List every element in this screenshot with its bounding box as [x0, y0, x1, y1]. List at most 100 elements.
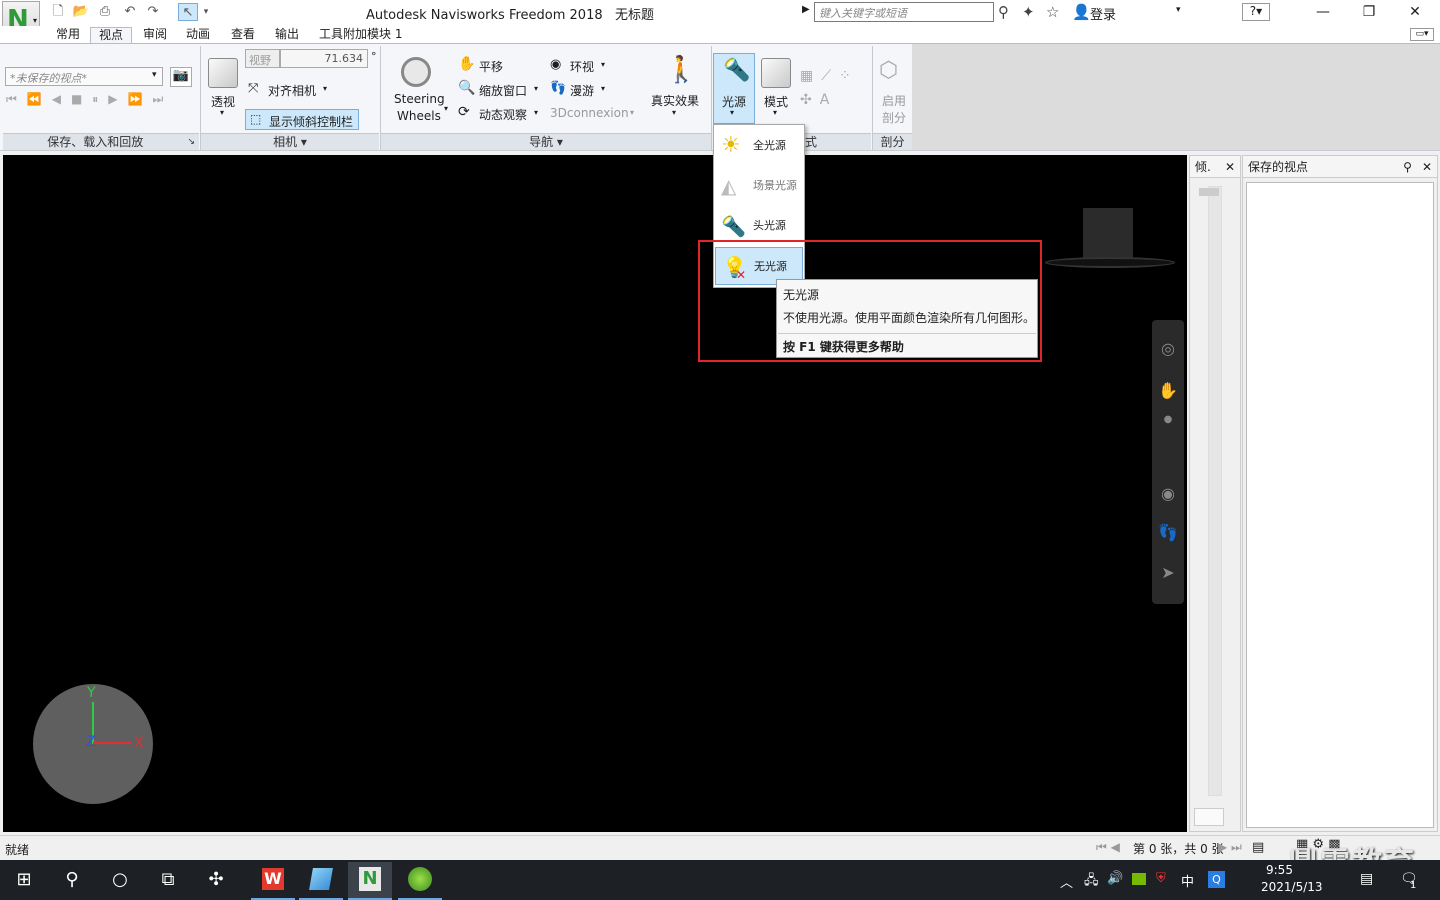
favorites-star-icon[interactable]: ☆ [1046, 3, 1059, 21]
tab-view[interactable]: 查看 [223, 27, 263, 44]
task-view-icon[interactable]: ⧉ [153, 866, 183, 894]
enable-sectioning-label-2: 剖分 [882, 111, 907, 125]
panel-separator [711, 46, 712, 150]
fov-value-field[interactable]: 71.634 [280, 49, 368, 68]
flashlight-icon: 🔦 [723, 58, 751, 83]
nvidia-icon[interactable] [1132, 873, 1146, 885]
subscription-icon[interactable]: ✦ [1022, 3, 1035, 21]
full-lights-label: 全光源 [753, 139, 786, 152]
tab-output[interactable]: 输出 [267, 27, 307, 44]
orbit-button[interactable]: 动态观察 [479, 106, 527, 123]
tilt-slider[interactable] [1208, 186, 1222, 796]
save-viewpoint-icon[interactable]: 📷 [170, 67, 192, 87]
3dconnexion-button[interactable]: 3Dconnexion [550, 106, 629, 120]
scene-lights-item[interactable]: ◭ 场景光源 [715, 167, 803, 205]
lighting-button[interactable]: 🔦 光源 ▾ [713, 53, 755, 124]
close-icon[interactable]: ✕ [1392, 2, 1438, 24]
login-link[interactable]: 登录 [1090, 4, 1116, 23]
chevron-down-icon: ▾ [534, 84, 539, 93]
orbit-nav-icon[interactable]: ◉ [1158, 484, 1178, 503]
login-dropdown-icon[interactable]: ▾ [1176, 5, 1181, 15]
tab-home[interactable]: 常用 [48, 27, 88, 44]
tab-review[interactable]: 审阅 [135, 27, 175, 44]
enable-sectioning-button[interactable]: 启用 [882, 92, 906, 109]
panel-sectioning[interactable]: 剖分 [873, 133, 912, 150]
pan-nav-icon[interactable]: ✋ [1158, 381, 1178, 400]
tab-addins[interactable]: 工具附加模块 1 [311, 27, 410, 44]
look-around-button[interactable]: 环视 [570, 58, 594, 75]
ime-indicator[interactable]: 中 [1181, 871, 1194, 890]
wps-office-taskbar-item[interactable]: W [251, 862, 295, 900]
realism-figure-icon: 🚶 [665, 55, 698, 85]
redo-icon[interactable]: ↷ [143, 3, 163, 21]
pinwheel-app-icon[interactable]: ✣ [201, 866, 231, 894]
tilt-pane-title: 倾. [1195, 160, 1211, 174]
walk-button[interactable]: 漫游 [570, 82, 594, 99]
search-icon[interactable]: ⚲ [57, 866, 87, 894]
minimize-icon[interactable]: — [1300, 2, 1346, 24]
tray-chevron-icon[interactable]: ︿ [1060, 872, 1073, 891]
tilt-pane-header: 倾. ✕ [1190, 156, 1240, 178]
viewcube-compass-ring[interactable] [1045, 257, 1175, 268]
restore-icon[interactable]: ❐ [1346, 2, 1392, 24]
select-cursor-icon[interactable]: ↖ [178, 3, 198, 21]
realism-button[interactable]: 真实效果 [651, 92, 699, 109]
help-button[interactable]: ?▾ [1242, 3, 1270, 21]
network-icon[interactable]: 🖧 [1084, 871, 1099, 893]
pan-hand-icon: ✋ [458, 56, 476, 72]
panel-camera[interactable]: 相机 ▾ [201, 133, 379, 150]
viewcube-icon[interactable] [1083, 208, 1133, 260]
windows-start-icon[interactable]: ⊞ [9, 866, 39, 894]
close-icon[interactable]: ✕ [1225, 156, 1240, 178]
show-tilt-bar-button[interactable]: ⬚ 显示倾斜控制栏 [245, 109, 359, 130]
tilt-slider-thumb[interactable] [1199, 188, 1219, 196]
navisworks-taskbar-item[interactable]: N [348, 862, 392, 900]
open-file-icon[interactable]: 📂 [71, 3, 91, 21]
select-nav-icon[interactable]: ➤ [1158, 563, 1178, 582]
binoculars-icon[interactable]: ⚲ [998, 3, 1009, 21]
chevron-down-icon: ▾ [220, 108, 225, 117]
search-input[interactable]: 键入关键字或短语 [814, 2, 994, 22]
sheet-browser-icon[interactable]: ▤ [1252, 840, 1264, 855]
clock-date[interactable]: 2021/5/13 [1261, 880, 1323, 894]
notes-icon[interactable]: ▤ [1360, 871, 1373, 887]
print-icon[interactable]: ⎙ [95, 3, 115, 21]
panel-title-navigation: 导航 [529, 135, 554, 149]
tab-viewpoint[interactable]: 视点 [90, 27, 133, 44]
qat-customize-icon[interactable]: ▾ [199, 3, 213, 21]
chevron-down-icon: ▾ [323, 84, 328, 93]
panel-render-style[interactable]: 式 [805, 133, 871, 150]
panel-navigation[interactable]: 导航 ▾ [381, 133, 711, 150]
qq-icon[interactable]: Q [1208, 871, 1225, 888]
walk-nav-icon[interactable]: 👣 [1158, 523, 1178, 542]
tab-animation[interactable]: 动画 [178, 27, 218, 44]
volume-icon[interactable]: 🔊 [1107, 871, 1123, 886]
playback-controls: ⏮⏪◀■⏸▶⏩⏭ [6, 92, 174, 106]
zoom-nav-icon[interactable]: ● [1158, 414, 1178, 425]
tilt-value-box[interactable] [1194, 808, 1224, 826]
pan-button[interactable]: 平移 [479, 58, 503, 75]
saved-viewpoints-list[interactable] [1246, 182, 1434, 828]
steering-wheel-nav-icon[interactable]: ◎ [1158, 339, 1178, 358]
full-lights-item[interactable]: ☀ 全光源 [715, 127, 803, 165]
melon-app-taskbar-item[interactable] [398, 862, 442, 900]
steering-wheels-button[interactable]: Steering [394, 92, 445, 106]
align-camera-button[interactable]: 对齐相机 [268, 82, 316, 99]
security-shield-icon[interactable]: ⛨ [1156, 871, 1166, 886]
sheet-next-icons[interactable]: ▶ ⏭ [1218, 840, 1242, 855]
pin-icon[interactable]: ⚲ [1403, 156, 1422, 178]
sheet-prev-icons[interactable]: ⏮ ◀ [1096, 840, 1120, 855]
notes-app-taskbar-item[interactable] [299, 862, 343, 900]
new-file-icon[interactable]: 🗋 [48, 3, 68, 21]
notes-app-icon [309, 868, 333, 890]
zoom-window-button[interactable]: 缩放窗口 [479, 82, 527, 99]
search-expand-icon[interactable]: ▶ [802, 4, 810, 15]
ribbon-minimize-icon[interactable]: ▭▾ [1410, 28, 1434, 41]
panel-save-load-playback[interactable]: 保存、载入和回放 ↘ [3, 133, 199, 150]
close-icon[interactable]: ✕ [1422, 156, 1437, 178]
clock-time[interactable]: 9:55 [1266, 863, 1293, 877]
cortana-icon[interactable]: ○ [105, 866, 135, 894]
undo-icon[interactable]: ↶ [120, 3, 140, 21]
user-icon[interactable]: 👤 [1072, 3, 1091, 21]
saved-viewpoint-combo[interactable]: *未保存的视点* [5, 67, 163, 86]
